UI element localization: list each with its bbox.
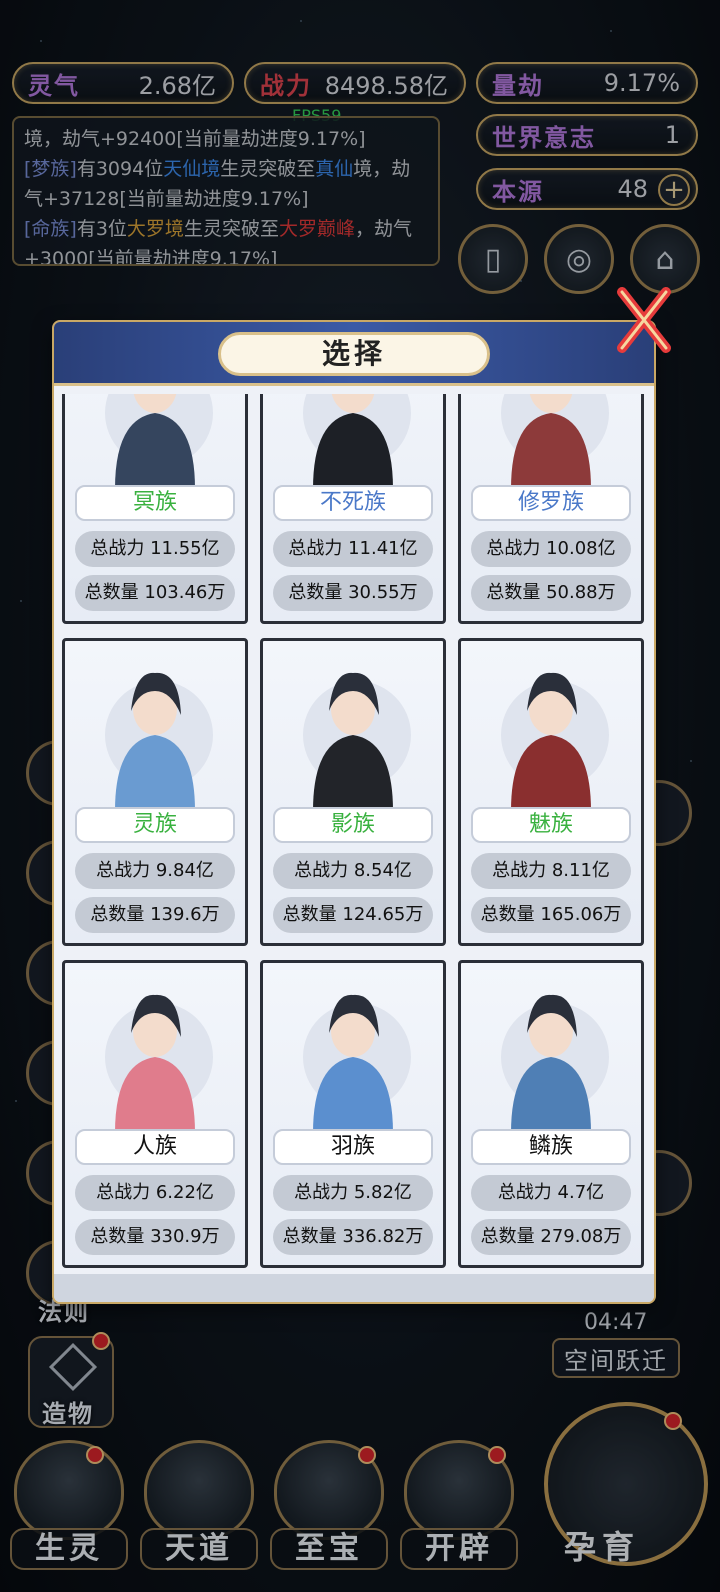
race-portrait bbox=[115, 672, 195, 811]
race-name: 魅族 bbox=[471, 807, 631, 843]
race-portrait bbox=[115, 394, 195, 489]
race-portrait bbox=[511, 672, 591, 811]
race-total-count: 总数量 124.65万 bbox=[273, 897, 433, 933]
race-portrait bbox=[313, 672, 393, 811]
race-name: 不死族 bbox=[273, 485, 433, 521]
race-name: 羽族 bbox=[273, 1129, 433, 1165]
race-name: 人族 bbox=[75, 1129, 235, 1165]
race-select-dialog: 选择 冥族 总战力 11.55亿 总数量 103.46万 不死族 总战力 11.41亿总… bbox=[54, 322, 654, 1302]
race-total-power: 总战力 10.08亿 bbox=[471, 531, 631, 567]
race-total-count: 总数量 50.88万 bbox=[471, 575, 631, 611]
race-portrait bbox=[511, 394, 591, 489]
close-icon bbox=[617, 287, 671, 353]
race-total-power: 总战力 8.54亿 bbox=[273, 853, 433, 889]
dialog-footer bbox=[54, 1274, 654, 1302]
dialog-header: 选择 bbox=[54, 322, 654, 386]
race-total-count: 总数量 139.6万 bbox=[75, 897, 235, 933]
close-button[interactable] bbox=[614, 284, 674, 356]
dialog-title: 选择 bbox=[218, 332, 490, 376]
race-name: 冥族 bbox=[75, 485, 235, 521]
race-portrait bbox=[511, 994, 591, 1133]
race-card[interactable]: 人族总战力 6.22亿 总数量 330.9万 bbox=[62, 960, 248, 1268]
race-card[interactable]: 灵族总战力 9.84亿 总数量 139.6万 bbox=[62, 638, 248, 946]
race-total-count: 总数量 30.55万 bbox=[273, 575, 433, 611]
race-card[interactable]: 魅族总战力 8.11亿 总数量 165.06万 bbox=[458, 638, 644, 946]
race-portrait bbox=[313, 994, 393, 1133]
race-total-power: 总战力 6.22亿 bbox=[75, 1175, 235, 1211]
race-card[interactable]: 冥族总战力 11.55亿 总数量 103.46万 bbox=[62, 394, 248, 624]
race-total-count: 总数量 165.06万 bbox=[471, 897, 631, 933]
race-card[interactable]: 修罗族总战力 10.08亿 总数量 50.88万 bbox=[458, 394, 644, 624]
race-portrait bbox=[313, 394, 393, 489]
race-name: 灵族 bbox=[75, 807, 235, 843]
race-portrait bbox=[115, 994, 195, 1133]
race-card[interactable]: 鳞族总战力 4.7亿 总数量 279.08万 bbox=[458, 960, 644, 1268]
race-total-count: 总数量 336.82万 bbox=[273, 1219, 433, 1255]
race-grid[interactable]: 冥族 总战力 11.55亿 总数量 103.46万 不死族 总战力 11.41亿 总数量 … bbox=[54, 394, 654, 1274]
race-total-count: 总数量 279.08万 bbox=[471, 1219, 631, 1255]
race-total-power: 总战力 11.55亿 bbox=[75, 531, 235, 567]
race-total-power: 总战力 4.7亿 bbox=[471, 1175, 631, 1211]
race-total-count: 总数量 103.46万 bbox=[75, 575, 235, 611]
race-card[interactable]: 影族总战力 8.54亿 总数量 124.65万 bbox=[260, 638, 446, 946]
race-name: 鳞族 bbox=[471, 1129, 631, 1165]
race-card[interactable]: 羽族总战力 5.82亿 总数量 336.82万 bbox=[260, 960, 446, 1268]
race-name: 影族 bbox=[273, 807, 433, 843]
race-total-power: 总战力 8.11亿 bbox=[471, 853, 631, 889]
race-total-count: 总数量 330.9万 bbox=[75, 1219, 235, 1255]
race-total-power: 总战力 11.41亿 bbox=[273, 531, 433, 567]
race-total-power: 总战力 9.84亿 bbox=[75, 853, 235, 889]
race-total-power: 总战力 5.82亿 bbox=[273, 1175, 433, 1211]
race-name: 修罗族 bbox=[471, 485, 631, 521]
race-card[interactable]: 不死族总战力 11.41亿 总数量 30.55万 bbox=[260, 394, 446, 624]
